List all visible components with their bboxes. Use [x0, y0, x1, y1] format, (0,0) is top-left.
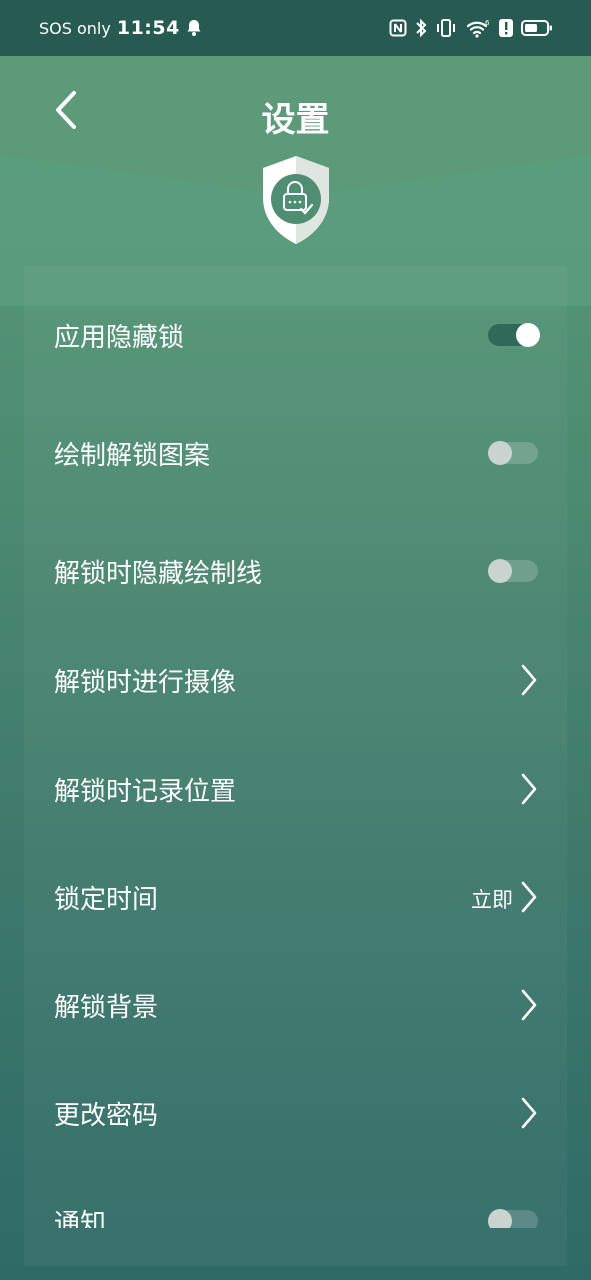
- nfc-icon: [389, 19, 407, 37]
- chevron-right-icon: [521, 881, 537, 913]
- setting-label: 解锁时隐藏绘制线: [54, 558, 263, 589]
- setting-record-location[interactable]: 解锁时记录位置: [24, 769, 567, 809]
- toggle-knob: [488, 1209, 512, 1228]
- setting-label: 通知: [54, 1209, 107, 1228]
- chevron-right-icon: [521, 664, 537, 696]
- battery-icon: [521, 19, 553, 37]
- clock-time: 11:54: [116, 17, 180, 39]
- chevron-right-icon: [521, 1097, 537, 1129]
- status-bar: SOS only 11:54 6: [0, 0, 591, 56]
- setting-label: 解锁时进行摄像: [54, 667, 237, 698]
- setting-lock-time[interactable]: 锁定时间 立即: [24, 877, 567, 917]
- shield-lock-icon: [259, 154, 333, 246]
- app-hide-lock-toggle[interactable]: [488, 323, 540, 347]
- bell-icon: [186, 19, 202, 37]
- chevron-right-icon: [521, 989, 537, 1021]
- setting-draw-pattern[interactable]: 绘制解锁图案: [24, 433, 567, 473]
- setting-label: 绘制解锁图案: [54, 440, 211, 471]
- page-title: 设置: [261, 100, 330, 140]
- setting-label: 解锁背景: [54, 992, 159, 1023]
- setting-unlock-background[interactable]: 解锁背景: [24, 985, 567, 1025]
- notification-toggle[interactable]: [488, 1209, 538, 1228]
- bluetooth-icon: [415, 18, 427, 38]
- setting-label: 应用隐藏锁: [54, 322, 185, 353]
- status-left: SOS only 11:54: [39, 0, 202, 56]
- setting-label: 解锁时记录位置: [54, 776, 237, 807]
- setting-hide-draw-line[interactable]: 解锁时隐藏绘制线: [24, 551, 567, 591]
- lock-time-value: 立即: [471, 888, 513, 912]
- carrier-text: SOS only: [39, 18, 111, 38]
- draw-pattern-toggle[interactable]: [488, 441, 538, 465]
- setting-label: 锁定时间: [54, 884, 159, 915]
- vibrate-icon: [435, 18, 457, 38]
- setting-capture-photo[interactable]: 解锁时进行摄像: [24, 660, 567, 700]
- setting-notification[interactable]: 通知: [24, 1200, 567, 1228]
- chevron-right-icon: [521, 773, 537, 805]
- toggle-knob: [516, 323, 540, 347]
- svg-text:6: 6: [485, 19, 490, 27]
- hide-draw-line-toggle[interactable]: [488, 559, 538, 583]
- setting-label: 更改密码: [54, 1100, 159, 1131]
- setting-change-password[interactable]: 更改密码: [24, 1093, 567, 1133]
- toggle-knob: [488, 559, 512, 583]
- wifi-icon: 6: [465, 18, 491, 38]
- alert-icon: [499, 19, 513, 37]
- status-right: 6: [389, 0, 553, 56]
- setting-app-hide-lock[interactable]: 应用隐藏锁: [24, 315, 567, 355]
- toggle-knob: [488, 441, 512, 465]
